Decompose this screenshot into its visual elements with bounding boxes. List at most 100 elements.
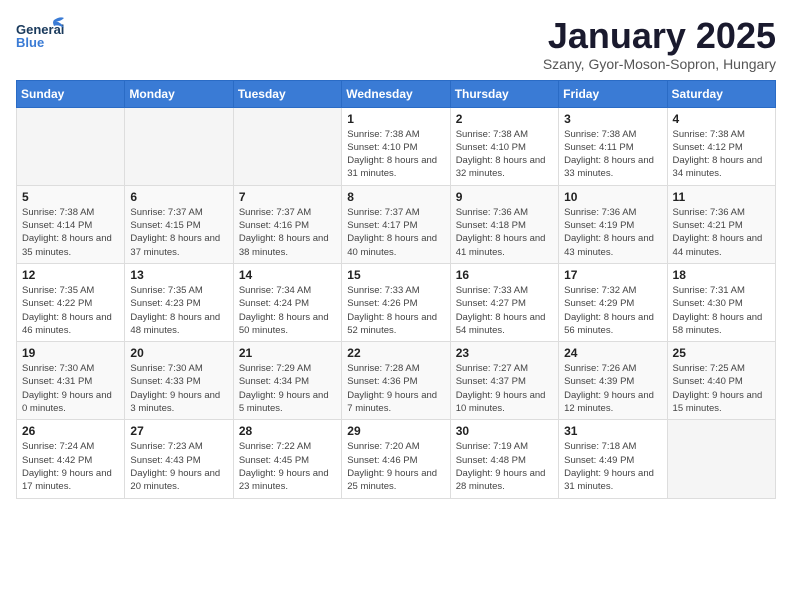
- calendar-cell: 3Sunrise: 7:38 AM Sunset: 4:11 PM Daylig…: [559, 107, 667, 185]
- day-info: Sunrise: 7:35 AM Sunset: 4:22 PM Dayligh…: [22, 284, 119, 337]
- day-info: Sunrise: 7:31 AM Sunset: 4:30 PM Dayligh…: [673, 284, 770, 337]
- day-info: Sunrise: 7:36 AM Sunset: 4:19 PM Dayligh…: [564, 206, 661, 259]
- calendar-cell: [17, 107, 125, 185]
- day-number: 20: [130, 346, 227, 360]
- weekday-header-tuesday: Tuesday: [233, 80, 341, 107]
- day-number: 19: [22, 346, 119, 360]
- day-number: 10: [564, 190, 661, 204]
- day-number: 4: [673, 112, 770, 126]
- day-info: Sunrise: 7:37 AM Sunset: 4:16 PM Dayligh…: [239, 206, 336, 259]
- calendar-cell: 2Sunrise: 7:38 AM Sunset: 4:10 PM Daylig…: [450, 107, 558, 185]
- calendar-cell: 10 Sunrise: 7:36 AM Sunset: 4:19 PM Dayli…: [559, 185, 667, 263]
- day-info: Sunrise: 7:38 AM Sunset: 4:11 PM Dayligh…: [564, 128, 661, 181]
- svg-text:Blue: Blue: [16, 35, 44, 50]
- calendar-table: SundayMondayTuesdayWednesdayThursdayFrid…: [16, 80, 776, 499]
- calendar-cell: 31 Sunrise: 7:18 AM Sunset: 4:49 PM Dayli…: [559, 420, 667, 498]
- calendar-cell: 8 Sunrise: 7:37 AM Sunset: 4:17 PM Daylig…: [342, 185, 450, 263]
- calendar-cell: 24Sunrise: 7:26 AM Sunset: 4:39 PM Dayli…: [559, 342, 667, 420]
- day-info: Sunrise: 7:19 AM Sunset: 4:48 PM Dayligh…: [456, 440, 553, 493]
- day-number: 31: [564, 424, 661, 438]
- calendar-cell: [667, 420, 775, 498]
- calendar-cell: 15 Sunrise: 7:33 AM Sunset: 4:26 PM Dayli…: [342, 263, 450, 341]
- weekday-header-sunday: Sunday: [17, 80, 125, 107]
- day-number: 2: [456, 112, 553, 126]
- calendar-cell: 22 Sunrise: 7:28 AM Sunset: 4:36 PM Dayli…: [342, 342, 450, 420]
- day-number: 16: [456, 268, 553, 282]
- day-number: 25: [673, 346, 770, 360]
- day-info: Sunrise: 7:18 AM Sunset: 4:49 PM Dayligh…: [564, 440, 661, 493]
- month-title: January 2025: [543, 16, 776, 56]
- day-info: Sunrise: 7:23 AM Sunset: 4:43 PM Dayligh…: [130, 440, 227, 493]
- day-info: Sunrise: 7:36 AM Sunset: 4:21 PM Dayligh…: [673, 206, 770, 259]
- calendar-week-3: 12 Sunrise: 7:35 AM Sunset: 4:22 PM Dayli…: [17, 263, 776, 341]
- day-info: Sunrise: 7:38 AM Sunset: 4:14 PM Dayligh…: [22, 206, 119, 259]
- day-number: 5: [22, 190, 119, 204]
- day-number: 8: [347, 190, 444, 204]
- calendar-cell: 25Sunrise: 7:25 AM Sunset: 4:40 PM Dayli…: [667, 342, 775, 420]
- calendar-cell: 1 Sunrise: 7:38 AM Sunset: 4:10 PM Daylig…: [342, 107, 450, 185]
- calendar-week-1: 1 Sunrise: 7:38 AM Sunset: 4:10 PM Daylig…: [17, 107, 776, 185]
- day-info: Sunrise: 7:29 AM Sunset: 4:34 PM Dayligh…: [239, 362, 336, 415]
- day-number: 28: [239, 424, 336, 438]
- weekday-header-friday: Friday: [559, 80, 667, 107]
- title-area: January 2025 Szany, Gyor-Moson-Sopron, H…: [543, 16, 776, 72]
- calendar-cell: 16 Sunrise: 7:33 AM Sunset: 4:27 PM Dayli…: [450, 263, 558, 341]
- day-number: 12: [22, 268, 119, 282]
- calendar-cell: 5 Sunrise: 7:38 AM Sunset: 4:14 PM Daylig…: [17, 185, 125, 263]
- day-info: Sunrise: 7:32 AM Sunset: 4:29 PM Dayligh…: [564, 284, 661, 337]
- day-info: Sunrise: 7:33 AM Sunset: 4:27 PM Dayligh…: [456, 284, 553, 337]
- calendar-cell: 26Sunrise: 7:24 AM Sunset: 4:42 PM Dayli…: [17, 420, 125, 498]
- day-info: Sunrise: 7:33 AM Sunset: 4:26 PM Dayligh…: [347, 284, 444, 337]
- day-number: 22: [347, 346, 444, 360]
- day-number: 29: [347, 424, 444, 438]
- calendar-cell: 21 Sunrise: 7:29 AM Sunset: 4:34 PM Dayli…: [233, 342, 341, 420]
- calendar-week-2: 5 Sunrise: 7:38 AM Sunset: 4:14 PM Daylig…: [17, 185, 776, 263]
- day-info: Sunrise: 7:37 AM Sunset: 4:17 PM Dayligh…: [347, 206, 444, 259]
- calendar-week-4: 19 Sunrise: 7:30 AM Sunset: 4:31 PM Dayli…: [17, 342, 776, 420]
- calendar-week-5: 26Sunrise: 7:24 AM Sunset: 4:42 PM Dayli…: [17, 420, 776, 498]
- calendar-cell: 28Sunrise: 7:22 AM Sunset: 4:45 PM Dayli…: [233, 420, 341, 498]
- weekday-header-thursday: Thursday: [450, 80, 558, 107]
- calendar-cell: 17 Sunrise: 7:32 AM Sunset: 4:29 PM Dayli…: [559, 263, 667, 341]
- day-info: Sunrise: 7:35 AM Sunset: 4:23 PM Dayligh…: [130, 284, 227, 337]
- day-number: 18: [673, 268, 770, 282]
- day-number: 15: [347, 268, 444, 282]
- calendar-cell: 18 Sunrise: 7:31 AM Sunset: 4:30 PM Dayli…: [667, 263, 775, 341]
- calendar-cell: 27Sunrise: 7:23 AM Sunset: 4:43 PM Dayli…: [125, 420, 233, 498]
- day-info: Sunrise: 7:38 AM Sunset: 4:10 PM Dayligh…: [347, 128, 444, 181]
- calendar-cell: 9Sunrise: 7:36 AM Sunset: 4:18 PM Daylig…: [450, 185, 558, 263]
- calendar-cell: 19 Sunrise: 7:30 AM Sunset: 4:31 PM Dayli…: [17, 342, 125, 420]
- day-number: 26: [22, 424, 119, 438]
- day-info: Sunrise: 7:20 AM Sunset: 4:46 PM Dayligh…: [347, 440, 444, 493]
- calendar-cell: 23Sunrise: 7:27 AM Sunset: 4:37 PM Dayli…: [450, 342, 558, 420]
- day-number: 13: [130, 268, 227, 282]
- calendar-cell: [125, 107, 233, 185]
- day-info: Sunrise: 7:26 AM Sunset: 4:39 PM Dayligh…: [564, 362, 661, 415]
- weekday-header-wednesday: Wednesday: [342, 80, 450, 107]
- logo: General Blue: [16, 16, 64, 56]
- logo-bird-icon: General Blue: [16, 16, 64, 56]
- calendar-cell: 6 Sunrise: 7:37 AM Sunset: 4:15 PM Daylig…: [125, 185, 233, 263]
- day-number: 11: [673, 190, 770, 204]
- day-number: 9: [456, 190, 553, 204]
- day-number: 17: [564, 268, 661, 282]
- calendar-cell: 7 Sunrise: 7:37 AM Sunset: 4:16 PM Daylig…: [233, 185, 341, 263]
- day-info: Sunrise: 7:30 AM Sunset: 4:31 PM Dayligh…: [22, 362, 119, 415]
- weekday-header-row: SundayMondayTuesdayWednesdayThursdayFrid…: [17, 80, 776, 107]
- day-info: Sunrise: 7:28 AM Sunset: 4:36 PM Dayligh…: [347, 362, 444, 415]
- day-number: 7: [239, 190, 336, 204]
- location-title: Szany, Gyor-Moson-Sopron, Hungary: [543, 56, 776, 72]
- day-number: 23: [456, 346, 553, 360]
- day-info: Sunrise: 7:30 AM Sunset: 4:33 PM Dayligh…: [130, 362, 227, 415]
- calendar-cell: 29 Sunrise: 7:20 AM Sunset: 4:46 PM Dayli…: [342, 420, 450, 498]
- weekday-header-monday: Monday: [125, 80, 233, 107]
- day-info: Sunrise: 7:34 AM Sunset: 4:24 PM Dayligh…: [239, 284, 336, 337]
- day-number: 6: [130, 190, 227, 204]
- day-number: 1: [347, 112, 444, 126]
- day-number: 21: [239, 346, 336, 360]
- day-info: Sunrise: 7:37 AM Sunset: 4:15 PM Dayligh…: [130, 206, 227, 259]
- page-header: General Blue January 2025 Szany, Gyor-Mo…: [16, 16, 776, 72]
- calendar-cell: 11 Sunrise: 7:36 AM Sunset: 4:21 PM Dayli…: [667, 185, 775, 263]
- calendar-cell: 14Sunrise: 7:34 AM Sunset: 4:24 PM Dayli…: [233, 263, 341, 341]
- calendar-cell: 30Sunrise: 7:19 AM Sunset: 4:48 PM Dayli…: [450, 420, 558, 498]
